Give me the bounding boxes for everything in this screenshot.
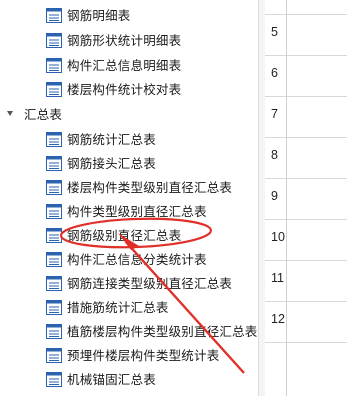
- grid-row[interactable]: 7: [265, 97, 347, 138]
- table-doc-icon: [46, 372, 62, 391]
- row-number: 5: [271, 25, 278, 39]
- tree-item-label: 构件汇总信息明细表: [67, 58, 182, 73]
- grid-row: [265, 343, 347, 384]
- table-doc-icon: [46, 33, 62, 52]
- tree-item-embedded-part-stat[interactable]: 预埋件楼层构件类型统计表: [0, 344, 258, 368]
- tree-item-planting-rebar-summary[interactable]: 植筋楼层构件类型级别直径汇总表: [0, 320, 258, 344]
- tree-item-label: 钢筋明细表: [67, 8, 131, 23]
- tree-item-connection-type-summary[interactable]: 钢筋连接类型级别直径汇总表: [0, 272, 258, 296]
- row-number: 9: [271, 189, 278, 203]
- row-number-grid: 5 6 7 8 9 10 11 12: [265, 0, 347, 396]
- row-number: 10: [271, 230, 285, 244]
- row-number: 6: [271, 66, 278, 80]
- tree-item-label: 钢筋形状统计明细表: [67, 33, 182, 48]
- tree-item-label: 预埋件楼层构件类型统计表: [67, 348, 220, 363]
- tree-item-mechanical-anchor-summary[interactable]: 机械锚固汇总表: [0, 368, 258, 392]
- tree-item-component-summary-detail[interactable]: 构件汇总信息明细表: [0, 54, 258, 78]
- grid-row[interactable]: 10: [265, 220, 347, 261]
- tree-item-label: 钢筋接头汇总表: [67, 156, 156, 171]
- table-doc-icon: [46, 228, 62, 247]
- table-doc-icon: [46, 58, 62, 77]
- grid-row[interactable]: 12: [265, 302, 347, 343]
- tree-item-component-category-stat[interactable]: 构件汇总信息分类统计表: [0, 248, 258, 272]
- tree-item-floor-component-check[interactable]: 楼层构件统计校对表: [0, 78, 258, 102]
- tree-item-label: 构件类型级别直径汇总表: [67, 204, 207, 219]
- grid-row[interactable]: 6: [265, 56, 347, 97]
- table-doc-icon: [46, 82, 62, 101]
- table-doc-icon: [46, 204, 62, 223]
- row-number: 11: [271, 271, 284, 285]
- row-number: 12: [271, 312, 285, 326]
- tree-item-rebar-grade-dia-summary[interactable]: 钢筋级别直径汇总表: [0, 224, 258, 248]
- tree-item-label: 植筋楼层构件类型级别直径汇总表: [67, 324, 258, 339]
- tree-item-rebar-shape-detail[interactable]: 钢筋形状统计明细表: [0, 29, 258, 53]
- grid-row[interactable]: 8: [265, 138, 347, 179]
- table-doc-icon: [46, 8, 62, 27]
- table-doc-icon: [46, 276, 62, 295]
- tree-item-label: 机械锚固汇总表: [67, 372, 156, 387]
- tree-item-rebar-detail[interactable]: 钢筋明细表: [0, 4, 258, 28]
- tree-item-label: 钢筋级别直径汇总表: [67, 228, 182, 243]
- tree-item-label: 楼层构件类型级别直径汇总表: [67, 180, 233, 195]
- tree-item-measure-rebar-summary[interactable]: 措施筋统计汇总表: [0, 296, 258, 320]
- grid-row: [265, 0, 347, 15]
- tree-category-summary[interactable]: 汇总表: [0, 103, 258, 127]
- tree-category-label: 汇总表: [24, 107, 63, 122]
- expand-caret-icon[interactable]: [7, 111, 13, 116]
- tree-item-label: 楼层构件统计校对表: [67, 82, 182, 97]
- tree-item-floor-type-grade-dia-summary[interactable]: 楼层构件类型级别直径汇总表: [0, 176, 258, 200]
- table-doc-icon: [46, 180, 62, 199]
- tree-item-rebar-joint-summary[interactable]: 钢筋接头汇总表: [0, 152, 258, 176]
- tree-scrollbar[interactable]: [258, 0, 265, 396]
- report-tree: 钢筋明细表 钢筋形状统计明细表 构件汇总信息明细表 楼层构件统计校对表 汇总表 …: [0, 0, 258, 396]
- table-doc-icon: [46, 300, 62, 319]
- table-doc-icon: [46, 156, 62, 175]
- tree-item-rebar-stat-summary[interactable]: 钢筋统计汇总表: [0, 128, 258, 152]
- tree-item-label: 构件汇总信息分类统计表: [67, 252, 207, 267]
- row-number: 7: [271, 107, 278, 121]
- grid-column-divider: [286, 0, 287, 396]
- tree-item-label: 措施筋统计汇总表: [67, 300, 169, 315]
- table-doc-icon: [46, 324, 62, 343]
- table-doc-icon: [46, 252, 62, 271]
- grid-row[interactable]: 11: [265, 261, 347, 302]
- tree-item-label: 钢筋统计汇总表: [67, 132, 156, 147]
- tree-item-type-grade-dia-summary[interactable]: 构件类型级别直径汇总表: [0, 200, 258, 224]
- grid-row[interactable]: 9: [265, 179, 347, 220]
- grid-row[interactable]: 5: [265, 15, 347, 56]
- table-doc-icon: [46, 348, 62, 367]
- table-doc-icon: [46, 132, 62, 151]
- row-number: 8: [271, 148, 278, 162]
- tree-item-label: 钢筋连接类型级别直径汇总表: [67, 276, 233, 291]
